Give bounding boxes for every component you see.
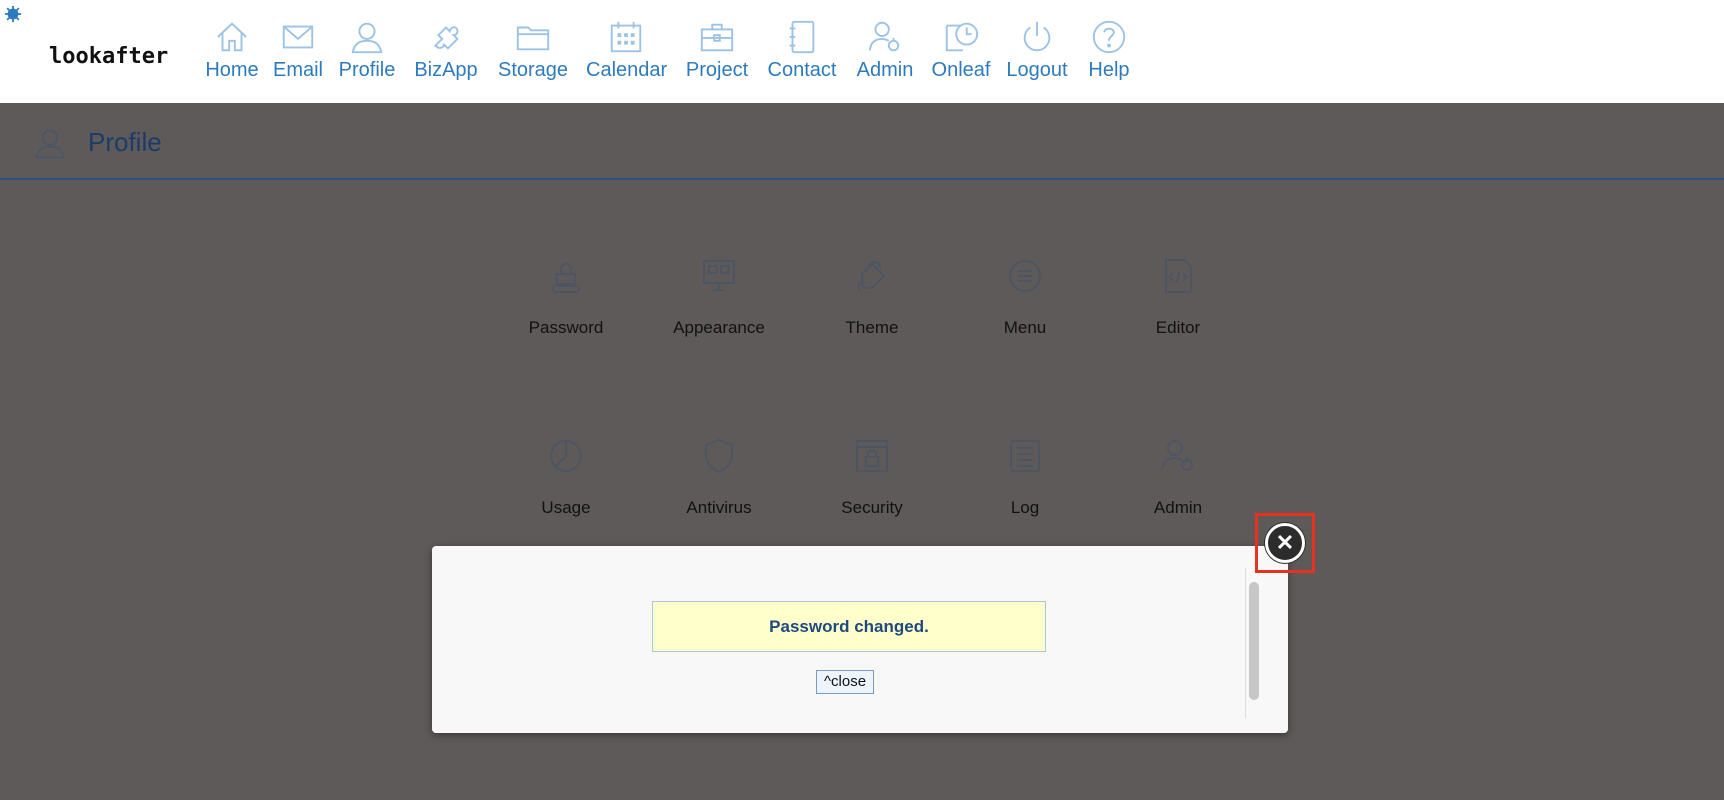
nav-label: Profile: [338, 59, 396, 81]
admin-user-icon: [1161, 440, 1193, 471]
logo[interactable]: lookafter: [49, 44, 168, 69]
person-icon: [35, 129, 65, 159]
briefcase-icon: [700, 23, 734, 52]
admin-user-icon: [868, 21, 900, 52]
page-header: Profile: [0, 103, 1724, 180]
envelope-icon: [282, 25, 314, 49]
nav-label: Help: [1088, 59, 1130, 81]
nav-label: Calendar: [586, 59, 668, 81]
option-appearance[interactable]: Appearance: [649, 256, 789, 338]
lock-icon: [552, 263, 580, 293]
nav-label: Admin: [856, 59, 914, 81]
nav-profile[interactable]: Profile: [336, 14, 398, 94]
option-label: Antivirus: [686, 498, 752, 517]
option-label: Security: [841, 498, 903, 517]
nav-admin[interactable]: Admin: [854, 14, 916, 94]
success-message: Password changed.: [652, 601, 1046, 652]
gear-badge-icon: [4, 5, 22, 23]
option-label: Usage: [541, 498, 591, 517]
dialog-scrollbar[interactable]: [1245, 568, 1262, 718]
option-usage[interactable]: Usage: [496, 436, 636, 518]
option-label: Editor: [1155, 318, 1201, 337]
nav-contact[interactable]: Contact: [766, 14, 838, 94]
pie-chart-icon: [550, 440, 582, 472]
puzzle-icon: [433, 26, 459, 50]
option-antivirus[interactable]: Antivirus: [649, 436, 789, 518]
nav-label: Storage: [498, 59, 569, 81]
close-x-icon: ✕: [1265, 523, 1305, 563]
option-theme[interactable]: Theme: [802, 256, 942, 338]
nav-bizapp[interactable]: BizApp: [412, 14, 480, 94]
option-log[interactable]: Log: [955, 436, 1095, 518]
option-label: Menu: [1003, 318, 1047, 337]
nav-calendar[interactable]: Calendar: [586, 14, 668, 94]
question-icon: [1092, 20, 1126, 54]
nav-label: Email: [272, 59, 323, 81]
option-label: Appearance: [673, 318, 765, 337]
nav-home[interactable]: Home: [196, 14, 268, 94]
folder-icon: [516, 26, 550, 51]
nav-label: BizApp: [414, 59, 478, 81]
nav-label: Logout: [1006, 59, 1068, 81]
nav-email[interactable]: Email: [268, 14, 328, 94]
clock-icon: [945, 22, 979, 52]
dialog-close-button[interactable]: ✕: [1255, 513, 1315, 573]
close-link-button[interactable]: ^close: [816, 670, 875, 694]
option-label: Log: [1010, 498, 1040, 517]
nav-project[interactable]: Project: [684, 14, 750, 94]
power-icon: [1023, 21, 1051, 52]
code-file-icon: [1165, 259, 1192, 293]
paint-bucket-icon: [857, 261, 886, 291]
option-password[interactable]: Password: [496, 256, 636, 338]
nav-label: Project: [685, 59, 749, 81]
log-list-icon: [1010, 440, 1040, 472]
menu-icon: [1009, 260, 1041, 292]
nav-label: Home: [205, 59, 259, 81]
security-window-icon: [856, 440, 888, 472]
scrollbar-thumb[interactable]: [1249, 582, 1259, 700]
top-navbar: lookafter Home Email Profile BizApp Stor…: [0, 0, 1724, 103]
shield-icon: [705, 438, 733, 474]
home-icon: [217, 22, 247, 52]
option-label: Password: [528, 318, 604, 337]
calendar-icon: [610, 21, 642, 53]
nav-storage[interactable]: Storage: [498, 14, 568, 94]
option-admin[interactable]: Admin: [1108, 436, 1248, 518]
page-title: Profile: [88, 127, 162, 157]
option-security[interactable]: Security: [802, 436, 942, 518]
monitor-icon: [703, 260, 735, 291]
nav-onleaf[interactable]: Onleaf: [930, 14, 992, 94]
nav-label: Contact: [767, 59, 837, 81]
option-label: Admin: [1153, 498, 1203, 517]
nav-help[interactable]: Help: [1084, 14, 1134, 94]
person-icon: [351, 22, 383, 54]
address-book-icon: [789, 20, 815, 54]
option-menu[interactable]: Menu: [955, 256, 1095, 338]
option-label: Theme: [845, 318, 899, 337]
nav-logout[interactable]: Logout: [1004, 14, 1070, 94]
password-changed-dialog: Password changed. ^close: [432, 546, 1288, 733]
option-editor[interactable]: Editor: [1108, 256, 1248, 338]
nav-label: Onleaf: [931, 59, 991, 81]
